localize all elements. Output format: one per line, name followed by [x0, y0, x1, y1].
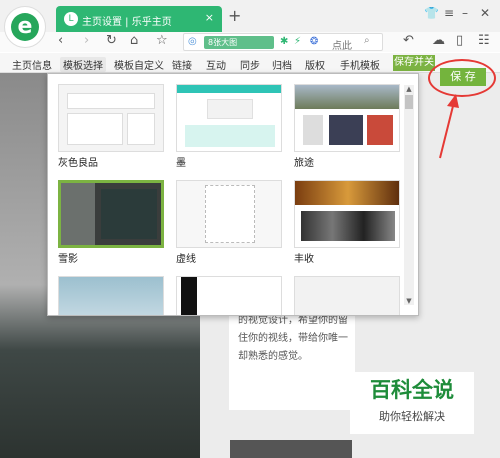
template-thumbnail[interactable] [176, 84, 282, 152]
paw-icon[interactable]: ❂ [310, 36, 318, 47]
template-thumbnail[interactable] [58, 276, 164, 315]
browser-logo[interactable]: e [4, 6, 46, 48]
skin-icon[interactable]: 👕 [424, 6, 439, 20]
tab-title: 主页设置 | 乐乎主页 [82, 17, 172, 28]
menu-item-profile[interactable]: 主页信息 [12, 57, 52, 72]
watermark-subtitle: 助你轻松解决 [379, 410, 445, 423]
image-count-chip[interactable]: 8张大图 [204, 36, 274, 49]
phone-icon[interactable]: ▯ [456, 33, 463, 48]
template-thumbnail[interactable] [58, 84, 164, 152]
template-item[interactable]: 雪影 [58, 180, 164, 265]
template-item[interactable]: 旅途 [294, 84, 400, 169]
template-thumbnail-selected[interactable] [58, 180, 164, 248]
cloud-icon[interactable]: ☁ [432, 33, 445, 48]
pointer-arrow-icon [439, 94, 459, 159]
template-item[interactable] [176, 276, 282, 315]
back-icon[interactable]: ‹ [58, 33, 63, 48]
template-picker-panel: 灰色良品 墨 旅途 雪影 虚线 丰收 [47, 73, 419, 316]
address-bar[interactable]: ◎ 8张大图 ✱ ⚡ ❂ 点此 ⌕ [183, 33, 383, 52]
new-tab-icon[interactable]: + [228, 6, 241, 25]
refresh-icon[interactable]: ↻ [106, 33, 117, 48]
undo-icon[interactable]: ↶ [403, 33, 414, 48]
watermark: 百科全说 助你轻松解决 [350, 372, 474, 434]
search-hint: 点此 [332, 41, 352, 52]
settings-menu: 主页信息 模板选择 模板自定义 链接 互动 同步 归档 版权 手机模板 保存并关 [0, 53, 500, 73]
template-item[interactable]: 虚线 [176, 180, 282, 265]
bookmark-star-icon[interactable]: ☆ [156, 33, 168, 48]
template-item[interactable]: 丰收 [294, 180, 400, 265]
template-thumbnail[interactable] [294, 180, 400, 248]
navigation-bar: ‹ › ↻ ⌂ ☆ ◎ 8张大图 ✱ ⚡ ❂ 点此 ⌕ ↶ ☁ ▯ ☷ [0, 32, 500, 52]
menu-item-copyright[interactable]: 版权 [305, 57, 325, 72]
extensions-grid-icon[interactable]: ☷ [478, 33, 490, 48]
home-icon[interactable]: ⌂ [130, 33, 138, 48]
lightning-icon[interactable]: ⚡ [294, 36, 301, 47]
template-thumbnail[interactable] [176, 180, 282, 248]
minimize-icon[interactable]: – [462, 6, 468, 20]
background-thumbnail [230, 440, 352, 458]
template-scrollbar[interactable]: ▲ ▼ [404, 85, 414, 305]
template-label: 旅途 [294, 158, 314, 169]
template-item[interactable] [58, 276, 164, 315]
menu-item-template-select[interactable]: 模板选择 [60, 57, 106, 72]
browser-logo-icon: e [11, 13, 39, 41]
save-highlight-circle [428, 59, 496, 97]
menu-item-mobile-template[interactable]: 手机模板 [340, 57, 380, 72]
tab-close-icon[interactable]: × [205, 11, 214, 24]
template-item[interactable]: 墨 [176, 84, 282, 169]
save-and-close-button[interactable]: 保存并关 [393, 55, 435, 71]
template-item[interactable]: 灰色良品 [58, 84, 164, 169]
template-label: 虚线 [176, 254, 196, 265]
scrollbar-thumb[interactable] [405, 95, 413, 109]
watermark-title: 百科全说 [370, 378, 454, 402]
template-thumbnail[interactable] [294, 276, 400, 315]
menu-icon[interactable]: ≡ [444, 6, 454, 20]
close-window-icon[interactable]: ✕ [480, 6, 490, 20]
scroll-up-icon[interactable]: ▲ [404, 85, 414, 93]
template-label: 丰收 [294, 254, 314, 265]
menu-item-interaction[interactable]: 互动 [206, 57, 226, 72]
search-icon[interactable]: ⌕ [364, 35, 370, 46]
menu-item-template-custom[interactable]: 模板自定义 [114, 57, 164, 72]
security-icon: ◎ [188, 36, 197, 47]
menu-item-sync[interactable]: 同步 [240, 57, 260, 72]
extension-icon[interactable]: ✱ [280, 36, 288, 47]
template-thumbnail[interactable] [176, 276, 282, 315]
template-label: 灰色良品 [58, 158, 98, 169]
template-thumbnail[interactable] [294, 84, 400, 152]
menu-item-links[interactable]: 链接 [172, 57, 192, 72]
forward-icon[interactable]: › [84, 33, 89, 48]
template-label: 雪影 [58, 254, 78, 265]
browser-tab-active[interactable]: L 主页设置 | 乐乎主页 × [56, 6, 222, 32]
site-favicon-icon: L [64, 12, 78, 26]
template-label: 墨 [176, 158, 186, 169]
background-text: 的视觉设计，希望你的留住你的视线，带给你唯一却熟悉的感觉。 [238, 315, 348, 362]
template-item[interactable] [294, 276, 400, 315]
scroll-down-icon[interactable]: ▼ [404, 297, 414, 305]
menu-item-archive[interactable]: 归档 [272, 57, 292, 72]
